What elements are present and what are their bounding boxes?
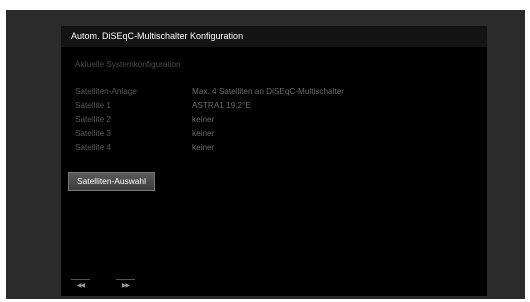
page-title: Autom. DiSEqC-Multischalter Konfiguratio… <box>71 31 244 41</box>
rewind-icon[interactable]: ◀◀ <box>71 279 90 292</box>
config-label-satellite-3: Satellite 3 <box>75 129 111 138</box>
config-label-satellite-system: Satelliten-Anlage <box>75 87 137 96</box>
config-value-satellite-4: keiner <box>192 143 215 152</box>
config-label-satellite-1: Satellite 1 <box>75 101 111 110</box>
section-heading: Aktuelle Systemkonfiguration <box>75 60 181 69</box>
config-label-satellite-4: Satellite 4 <box>75 143 111 152</box>
config-value-satellite-2: keiner <box>192 115 215 124</box>
title-bar: Autom. DiSEqC-Multischalter Konfiguratio… <box>61 26 487 47</box>
fast-forward-icon[interactable]: ▶▶ <box>116 279 135 292</box>
config-value-satellite-3: keiner <box>192 129 215 138</box>
config-value-satellite-system: Max. 4 Satelliten an DiSEqC-Multischalte… <box>192 87 344 96</box>
satellite-select-button[interactable]: Satelliten-Auswahl <box>68 172 155 191</box>
tv-frame: Autom. DiSEqC-Multischalter Konfiguratio… <box>6 10 525 299</box>
config-label-satellite-2: Satellite 2 <box>75 115 111 124</box>
osd-screen: Autom. DiSEqC-Multischalter Konfiguratio… <box>61 26 487 296</box>
config-value-satellite-1: ASTRA1 19.2°E <box>192 101 251 110</box>
